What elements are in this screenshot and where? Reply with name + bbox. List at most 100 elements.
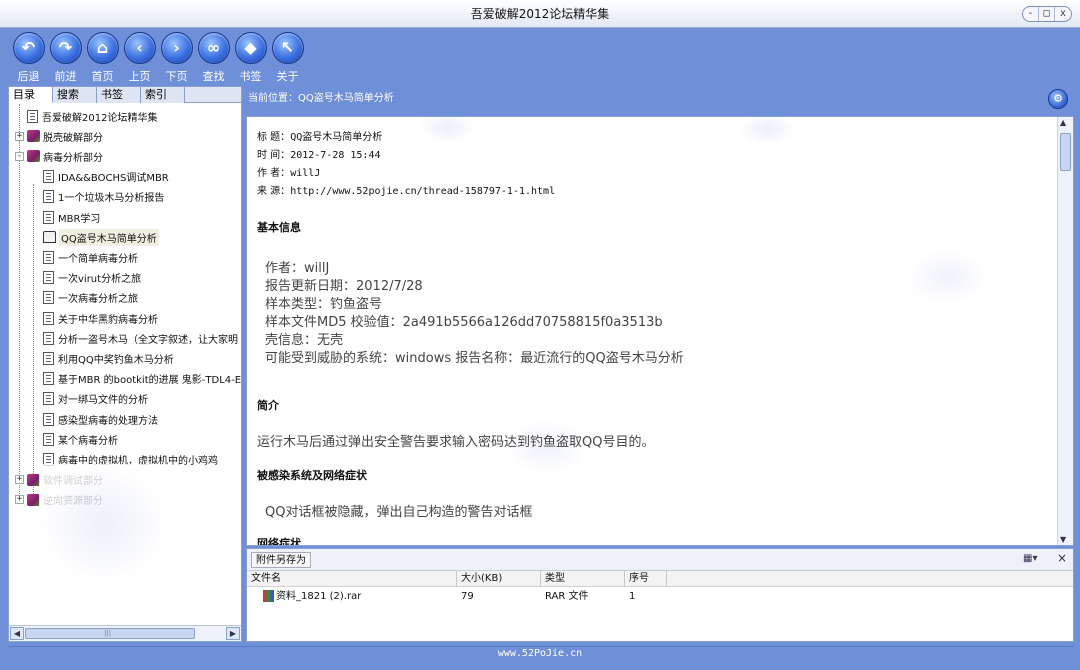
- tree-item[interactable]: + 软件调试部分: [15, 470, 103, 490]
- toolbar-button-home[interactable]: ⌂ 首页: [84, 28, 121, 84]
- next-page-icon: ›: [160, 32, 193, 64]
- tree-item-label: 病毒分析部分: [43, 152, 103, 164]
- window-controls: - □ x: [1022, 6, 1072, 22]
- tree-item[interactable]: + 脱壳破解部分: [15, 126, 103, 146]
- toolbar-button-prev-page[interactable]: ‹ 上页: [121, 28, 158, 84]
- attachment-filename: 资料_1821 (2).rar: [276, 590, 362, 602]
- tree-item[interactable]: 1一个垃圾木马分析报告: [43, 187, 164, 207]
- tree-item[interactable]: QQ盗号木马简单分析: [43, 227, 159, 247]
- close-attachment-button[interactable]: ×: [1057, 551, 1067, 565]
- expand-icon[interactable]: +: [15, 475, 24, 485]
- binoculars-icon: ∞: [197, 32, 230, 64]
- tab-contents[interactable]: 目录: [9, 87, 53, 103]
- scroll-left-button[interactable]: ◀: [10, 627, 24, 640]
- tab-bookmarks[interactable]: 书签: [97, 87, 141, 103]
- toolbar-button-about[interactable]: ↖ 关于: [269, 28, 306, 84]
- open-book-icon: [43, 231, 56, 244]
- tree-item[interactable]: MBR学习: [43, 207, 100, 227]
- toolbar-button-label: 上页: [128, 70, 151, 83]
- book-icon: [27, 150, 40, 163]
- article: 标 题：QQ盗号木马简单分析时 间：2012-7-28 15:44 作 者：wil…: [257, 129, 1047, 545]
- expand-icon[interactable]: +: [15, 495, 24, 505]
- tree-item[interactable]: 分析一盗号木马（全文字叙述，让大家明: [43, 328, 238, 348]
- meta-key: 标 题：: [257, 132, 291, 143]
- column-filename[interactable]: 文件名: [247, 571, 457, 586]
- tab-index[interactable]: 索引: [141, 87, 185, 103]
- tree-item-label: QQ盗号木马简单分析: [59, 228, 159, 246]
- save-attachment-button[interactable]: 附件另存为: [251, 552, 311, 568]
- section-title: 网络症状: [257, 537, 301, 546]
- document-icon: [43, 432, 54, 446]
- column-type[interactable]: 类型: [541, 571, 625, 586]
- toolbar-button-binoculars[interactable]: ∞ 查找: [195, 28, 232, 84]
- section-title: 基本信息: [257, 221, 301, 234]
- window-title: 吾爱破解2012论坛精华集: [470, 7, 610, 21]
- meta-value: QQ盗号木马简单分析: [290, 132, 383, 143]
- forward-icon: ↷: [49, 32, 82, 64]
- scroll-right-button[interactable]: ▶: [226, 627, 240, 640]
- document-icon: [43, 351, 54, 365]
- document-icon: [43, 452, 54, 466]
- collapse-icon[interactable]: -: [15, 151, 24, 161]
- tree-guide-line: [33, 184, 34, 500]
- close-button[interactable]: x: [1055, 7, 1071, 21]
- attachment-type: RAR 文件: [545, 590, 589, 602]
- toolbar-button-back[interactable]: ↶ 后退: [10, 28, 47, 84]
- article-vertical-scrollbar[interactable]: ▲ ▼: [1057, 117, 1073, 545]
- tree-item[interactable]: 一个简单病毒分析: [43, 247, 138, 267]
- info-line: 样本文件MD5 校验值：2a491b5566a126dd70758815f0a3…: [265, 315, 663, 330]
- settings-icon[interactable]: ⚙: [1048, 89, 1068, 109]
- tab-search[interactable]: 搜索: [53, 87, 97, 103]
- scroll-grip: |||: [104, 629, 112, 637]
- tree-item[interactable]: 利用QQ中奖钓鱼木马分析: [43, 348, 174, 368]
- tree-item-label: 一次病毒分析之旅: [58, 294, 138, 306]
- rar-file-icon: [263, 589, 274, 602]
- column-index[interactable]: 序号: [625, 571, 667, 586]
- view-mode-icon[interactable]: ▦▾: [1023, 553, 1043, 567]
- tree-item-label: MBR学习: [58, 213, 101, 225]
- tree-item[interactable]: 吾爱破解2012论坛精华集: [15, 106, 157, 126]
- tree-item[interactable]: + 逆向资源部分: [15, 490, 103, 510]
- minimize-button[interactable]: -: [1023, 7, 1039, 21]
- document-icon: [43, 331, 54, 345]
- scroll-thumb[interactable]: [1060, 133, 1071, 171]
- column-size[interactable]: 大小(KB): [457, 571, 541, 586]
- info-line: 报告更新日期：2012/7/28: [265, 279, 423, 294]
- toolbar-button-forward[interactable]: ↷ 前进: [47, 28, 84, 84]
- tree-item[interactable]: - 病毒分析部分: [15, 146, 103, 166]
- tree-item[interactable]: 基于MBR 的bootkit的进展 鬼影-TDL4-E: [43, 369, 241, 389]
- tree-item[interactable]: 一次virut分析之旅: [43, 268, 141, 288]
- tree-item-label: 逆向资源部分: [43, 496, 103, 508]
- tree-item[interactable]: 感染型病毒的处理方法: [43, 409, 158, 429]
- info-line: 可能受到威胁的系统：windows 报告名称：最近流行的QQ盗号木马分析: [265, 351, 684, 366]
- toolbar-button-bookmark[interactable]: ◆ 书签: [232, 28, 269, 84]
- tree-item[interactable]: IDA&&BOCHS调试MBR: [43, 167, 169, 187]
- document-icon: [43, 210, 54, 224]
- toolbar-button-next-page[interactable]: › 下页: [158, 28, 195, 84]
- status-text: www.52PoJie.cn: [497, 648, 583, 659]
- scroll-up-button[interactable]: ▲: [1060, 118, 1066, 127]
- tree-item-label: 吾爱破解2012论坛精华集: [42, 112, 158, 124]
- article-view: 标 题：QQ盗号木马简单分析时 间：2012-7-28 15:44 作 者：wil…: [246, 116, 1074, 546]
- tree-horizontal-scrollbar[interactable]: ◀ ||| ▶: [9, 625, 241, 641]
- maximize-button[interactable]: □: [1039, 7, 1055, 21]
- tree-item[interactable]: 关于中华黑豹病毒分析: [43, 308, 158, 328]
- tree-item[interactable]: 对一绑马文件的分析: [43, 389, 148, 409]
- tree-item[interactable]: 病毒中的虚拟机，虚拟机中的小鸡鸡: [43, 449, 218, 469]
- table-row[interactable]: 资料_1821 (2).rar 79 RAR 文件 1: [247, 587, 1073, 605]
- scroll-down-button[interactable]: ▼: [1060, 535, 1066, 544]
- document-icon: [43, 250, 54, 264]
- tree-item-label: 病毒中的虚拟机，虚拟机中的小鸡鸡: [58, 455, 218, 467]
- meta-row: 标 题：QQ盗号木马简单分析: [257, 129, 1047, 147]
- attachment-size: 79: [461, 590, 474, 602]
- contents-tree: 吾爱破解2012论坛精华集 + 脱壳破解部分 - 病毒分析部分 IDA&&BOCHS调试M…: [9, 104, 241, 625]
- tree-item[interactable]: 某个病毒分析: [43, 429, 118, 449]
- book-icon: [27, 473, 40, 486]
- meta-value: willJ: [290, 168, 321, 179]
- tree-item[interactable]: 一次病毒分析之旅: [43, 288, 138, 308]
- expand-icon[interactable]: +: [15, 131, 24, 141]
- meta-row: 时 间：2012-7-28 15:44: [257, 147, 1047, 165]
- meta-value[interactable]: http://www.52pojie.cn/thread-158797-1-1.…: [290, 186, 555, 197]
- tree-item-label: 某个病毒分析: [58, 435, 118, 447]
- scroll-thumb[interactable]: |||: [25, 628, 195, 639]
